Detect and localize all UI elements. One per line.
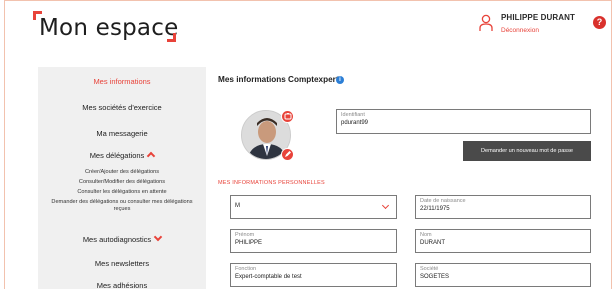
sidebar-subitem-request-delegation[interactable]: Demander des délégations ou consulter me… <box>38 199 206 213</box>
identifier-field[interactable]: Identifiant pdurant99 <box>336 109 591 134</box>
page-frame: Mon espace PHILIPPE DURANT Déconnexion ?… <box>4 0 612 289</box>
sidebar-subitem-create-delegation[interactable]: Créer/Ajouter des délégations <box>38 169 206 176</box>
sidebar-item-messagerie[interactable]: Ma messagerie <box>38 129 206 138</box>
function-field[interactable]: Fonction Expert-comptable de test <box>230 263 397 287</box>
user-menu: PHILIPPE DURANT Déconnexion ? <box>479 13 609 43</box>
sidebar-subitem-pending-delegation[interactable]: Consulter les délégations en attente <box>38 189 206 196</box>
main-panel: Mes informations Comptexpert i Identifia… <box>218 67 598 289</box>
birthdate-field[interactable]: Date de naissance 22/11/1975 <box>415 195 591 219</box>
lastname-value: DURANT <box>420 240 445 246</box>
company-label: Société <box>420 266 439 272</box>
sidebar-item-autodiagnostics-label: Mes autodiagnostics <box>82 235 152 244</box>
birthdate-label: Date de naissance <box>420 198 466 204</box>
user-icon[interactable] <box>479 14 493 32</box>
personal-info-section-label: MES INFORMATIONS PERSONNELLES <box>218 180 325 186</box>
identifier-label: Identifiant <box>341 112 365 118</box>
company-field[interactable]: Société SOGETES <box>415 263 591 287</box>
user-name: PHILIPPE DURANT <box>501 13 575 22</box>
firstname-label: Prénom <box>235 232 255 238</box>
function-value: Expert-comptable de test <box>235 274 302 280</box>
sidebar-subitem-modify-delegation[interactable]: Consulter/Modifier des délégations <box>38 179 206 186</box>
lastname-label: Nom <box>420 232 432 238</box>
info-icon[interactable]: i <box>336 76 344 84</box>
company-value: SOGETES <box>420 274 450 280</box>
chevron-up-icon <box>147 151 156 161</box>
lastname-field[interactable]: Nom DURANT <box>415 229 591 253</box>
help-icon[interactable]: ? <box>593 16 606 29</box>
function-label: Fonction <box>235 266 257 272</box>
chevron-down-icon <box>381 201 390 210</box>
civility-select[interactable]: M <box>230 195 397 219</box>
firstname-value: PHILIPPE <box>235 240 263 246</box>
avatar-container <box>241 110 295 164</box>
header: Mon espace PHILIPPE DURANT Déconnexion ? <box>5 1 611 53</box>
civility-value: M <box>235 203 240 209</box>
chevron-down-icon <box>153 232 163 242</box>
logout-link[interactable]: Déconnexion <box>501 27 539 34</box>
birthdate-value: 22/11/1975 <box>420 206 450 212</box>
logo[interactable]: Mon espace <box>33 9 183 45</box>
sidebar-item-mes-informations[interactable]: Mes informations <box>38 77 206 86</box>
photo-upload-icon[interactable] <box>281 110 294 123</box>
page-title: Mes informations Comptexpert <box>218 75 339 84</box>
request-new-password-button[interactable]: Demander un nouveau mot de passe <box>463 141 591 161</box>
sidebar: Mes informations Mes sociétés d'exercice… <box>38 67 206 289</box>
edit-icon[interactable] <box>281 148 294 161</box>
sidebar-item-delegations[interactable]: Mes délégations <box>38 151 206 161</box>
sidebar-item-adhesions[interactable]: Mes adhésions <box>38 281 206 289</box>
logo-text: Mon espace <box>39 15 179 41</box>
firstname-field[interactable]: Prénom PHILIPPE <box>230 229 397 253</box>
identifier-value: pdurant99 <box>341 120 369 126</box>
sidebar-item-societes[interactable]: Mes sociétés d'exercice <box>38 103 206 112</box>
sidebar-item-newsletters[interactable]: Mes newsletters <box>38 259 206 268</box>
logo-corner-bottom-right <box>167 33 176 42</box>
sidebar-item-delegations-label: Mes délégations <box>89 151 145 160</box>
sidebar-item-autodiagnostics[interactable]: Mes autodiagnostics <box>38 232 206 244</box>
